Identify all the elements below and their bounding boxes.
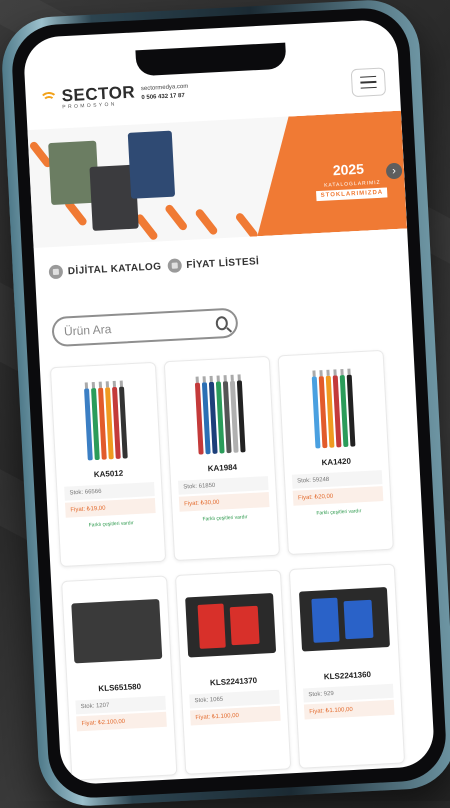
product-image bbox=[171, 363, 267, 456]
product-price: Fiyat: ₺30,00 bbox=[178, 492, 270, 512]
product-code: KLS2241360 bbox=[323, 669, 372, 682]
price-list-icon bbox=[166, 258, 182, 274]
contact-info: sectormedya.com 0 506 432 17 87 bbox=[141, 83, 189, 103]
digital-catalog-link[interactable]: DİJİTAL KATALOG bbox=[48, 259, 162, 280]
product-card[interactable]: KLS651580 Stok: 1207 Fiyat: ₺2.100,00 bbox=[61, 575, 178, 781]
wifi-logo-icon bbox=[39, 91, 59, 109]
phone-screen: SECTOR PROMOSYON sectormedya.com 0 506 4… bbox=[22, 18, 436, 786]
banner-orange-panel bbox=[251, 111, 407, 237]
menu-icon bbox=[360, 75, 377, 78]
product-price: Fiyat: ₺2.100,00 bbox=[76, 711, 167, 732]
catalog-icon bbox=[48, 264, 64, 280]
product-price: Fiyat: ₺1.100,00 bbox=[303, 699, 395, 720]
product-code: KLS651580 bbox=[98, 681, 142, 694]
search-bar[interactable] bbox=[51, 307, 239, 348]
banner-year: 2025 bbox=[332, 160, 365, 179]
product-price: Fiyat: ₺20,00 bbox=[292, 486, 384, 506]
product-grid: KA5012 Stok: 66566 Fiyat: ₺19,00 Farklı … bbox=[49, 349, 421, 781]
price-list-label: FİYAT LİSTESİ bbox=[186, 255, 260, 271]
product-image bbox=[57, 369, 153, 462]
search-icon[interactable] bbox=[215, 315, 229, 331]
product-price: Fiyat: ₺19,00 bbox=[64, 498, 156, 518]
digital-catalog-label: DİJİTAL KATALOG bbox=[67, 260, 162, 277]
product-card[interactable]: KA1984 Stok: 61850 Fiyat: ₺30,00 Farklı … bbox=[163, 355, 281, 562]
hamburger-menu-button[interactable] bbox=[350, 67, 387, 98]
search-input[interactable] bbox=[61, 315, 217, 340]
product-variant-note: Farklı çeşitleri vardır bbox=[88, 520, 134, 529]
product-code: KLS2241370 bbox=[209, 675, 258, 688]
product-variant-note: Farklı çeşitleri vardır bbox=[316, 508, 362, 517]
notebook-image bbox=[127, 130, 176, 199]
product-code: KA1984 bbox=[207, 462, 238, 474]
product-image bbox=[285, 357, 381, 450]
product-image bbox=[298, 586, 390, 652]
price-list-link[interactable]: FİYAT LİSTESİ bbox=[166, 254, 260, 274]
product-image bbox=[71, 598, 163, 664]
product-card[interactable]: KLS2241360 Stok: 929 Fiyat: ₺1.100,00 bbox=[288, 563, 406, 769]
product-code: KA5012 bbox=[93, 468, 124, 480]
product-card[interactable]: KA5012 Stok: 66566 Fiyat: ₺19,00 Farklı … bbox=[49, 361, 167, 568]
product-variant-note: Farklı çeşitleri vardır bbox=[202, 514, 248, 523]
product-price: Fiyat: ₺1.100,00 bbox=[190, 705, 281, 726]
promo-banner[interactable]: 2025 KATALOGLARIMIZ STOKLARIMIZDA › bbox=[27, 110, 408, 249]
phone-mockup: SECTOR PROMOSYON sectormedya.com 0 506 4… bbox=[0, 0, 450, 808]
sector-logo[interactable]: SECTOR PROMOSYON bbox=[39, 82, 136, 111]
quick-links: DİJİTAL KATALOG FİYAT LİSTESİ bbox=[48, 254, 260, 280]
phone-number[interactable]: 0 506 432 17 87 bbox=[141, 93, 185, 101]
product-code: KA1420 bbox=[321, 456, 352, 468]
product-card[interactable]: KLS2241370 Stok: 1065 Fiyat: ₺1.100,00 bbox=[174, 569, 292, 775]
product-image bbox=[185, 592, 277, 658]
product-card[interactable]: KA1420 Stok: 59248 Fiyat: ₺20,00 Farklı … bbox=[277, 349, 394, 556]
